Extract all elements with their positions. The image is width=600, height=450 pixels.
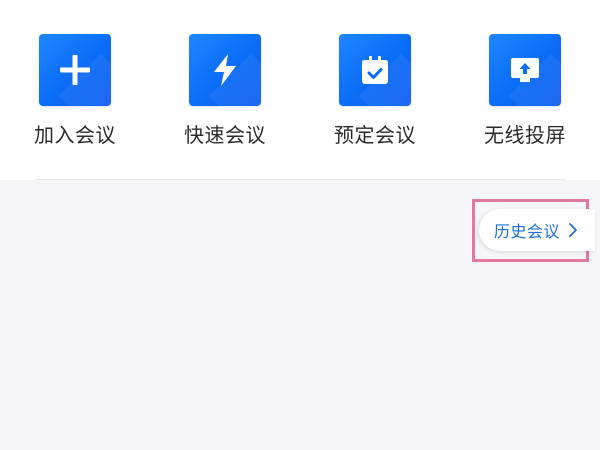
history-highlight-box: 历史会议 [472, 199, 595, 262]
wireless-cast-tile[interactable] [489, 34, 561, 106]
screen-cast-icon [511, 58, 539, 82]
quick-meeting-label: 快速会议 [184, 123, 266, 147]
quick-actions-panel: 加入会议 快速会议 预定会议 无线投屏 [0, 0, 600, 180]
schedule-meeting-label: 预定会议 [334, 123, 416, 147]
quick-meeting-button[interactable]: 快速会议 [170, 34, 280, 148]
history-meetings-label: 历史会议 [494, 222, 561, 241]
lightning-icon [214, 54, 236, 86]
divider [36, 179, 566, 180]
join-meeting-tile[interactable] [39, 34, 111, 106]
join-meeting-button[interactable]: 加入会议 [20, 34, 130, 148]
join-meeting-label: 加入会议 [34, 123, 116, 147]
schedule-meeting-tile[interactable] [339, 34, 411, 106]
wireless-cast-button[interactable]: 无线投屏 [470, 34, 580, 148]
plus-icon [60, 55, 90, 85]
chevron-right-icon [568, 222, 578, 238]
quick-meeting-tile[interactable] [189, 34, 261, 106]
wireless-cast-label: 无线投屏 [484, 123, 566, 147]
calendar-check-icon [362, 56, 388, 84]
history-meetings-button[interactable]: 历史会议 [479, 209, 595, 251]
schedule-meeting-button[interactable]: 预定会议 [320, 34, 430, 148]
